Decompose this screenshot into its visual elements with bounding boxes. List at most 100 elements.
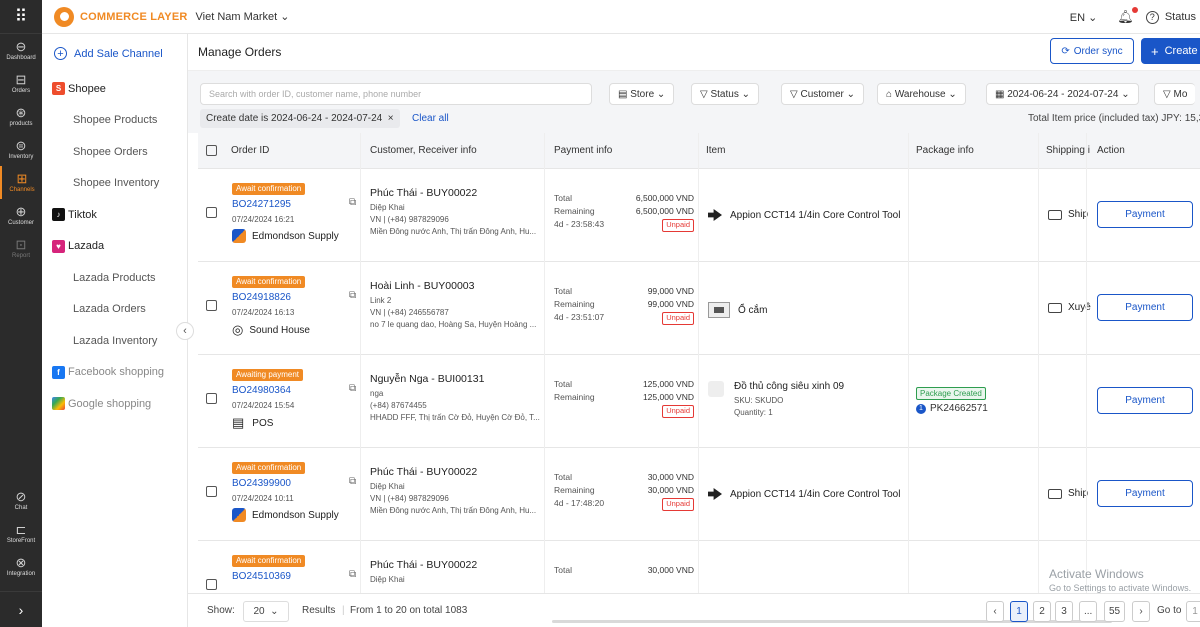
sidebar-item-tiktok[interactable]: ♪ Tiktok (42, 199, 187, 231)
table-row: Await confirmation BO24399900 07/24/2024 1… (198, 448, 1200, 541)
row-checkbox[interactable] (206, 579, 217, 590)
payment-status-row: Unpaid (554, 405, 694, 418)
page-size-select[interactable]: 20 ⌄ (243, 601, 289, 622)
dashboard-icon: ⊖ (15, 39, 27, 54)
rail-item-inventory[interactable]: ⊜ Inventory (0, 133, 42, 166)
expand-rail-icon[interactable]: › (0, 591, 42, 627)
more-filter[interactable]: ▽ Mo (1154, 83, 1196, 105)
rail-item-storefront[interactable]: ⊏ StoreFront (0, 517, 42, 550)
customer-filter[interactable]: ▽ Customer ⌄ (781, 83, 865, 105)
total-label: Total (554, 193, 572, 203)
sidebar-item-shopee-orders[interactable]: Shopee Orders (42, 136, 187, 168)
page-2[interactable]: 2 (1033, 601, 1051, 622)
order-id-link[interactable]: BO24980364 (232, 385, 291, 396)
row-checkbox[interactable] (206, 393, 217, 404)
copy-icon[interactable]: ⧉ (349, 569, 356, 580)
bell-icon[interactable]: 🔔︎ (1117, 7, 1138, 25)
item-info: Đồ thủ công siêu xinh 09 SKU: SKUDO Quanti… (708, 381, 844, 417)
rail-item-orders[interactable]: ⊟ Orders (0, 67, 42, 100)
app-grid-icon[interactable]: ⠿ (0, 0, 42, 34)
rail-item-report[interactable]: ⊡ Report (0, 232, 42, 265)
add-sale-channel-button[interactable]: + Add Sale Channel (42, 34, 187, 73)
supplier-logo-icon (232, 508, 246, 522)
payment-button[interactable]: Payment (1097, 201, 1193, 228)
source-label: Edmondson Supply (252, 509, 339, 521)
payment-button[interactable]: Payment (1097, 480, 1193, 507)
help-icon[interactable]: ? (1145, 10, 1159, 24)
payment-button[interactable]: Payment (1097, 294, 1193, 321)
row-checkbox[interactable] (206, 300, 217, 311)
clear-all-link[interactable]: Clear all (412, 113, 449, 124)
shopee-icon: S (52, 82, 65, 96)
table-row: Awaiting payment BO24980364 07/24/2024 15:… (198, 355, 1200, 448)
close-icon[interactable]: × (388, 113, 394, 124)
order-id-link[interactable]: BO24918826 (232, 292, 291, 303)
order-id-link[interactable]: BO24510369 (232, 571, 291, 582)
prev-page-icon[interactable]: ‹ (986, 601, 1004, 622)
row-checkbox[interactable] (206, 486, 217, 497)
copy-icon[interactable]: ⧉ (349, 197, 356, 208)
package-id[interactable]: 1 PK24662571 (916, 403, 988, 414)
row-checkbox[interactable] (206, 207, 217, 218)
orders-table: Order ID Customer, Receiver info Payment… (198, 133, 1200, 593)
sidebar-item-google[interactable]: Google shopping (42, 388, 187, 420)
page-size-value: 20 (253, 606, 265, 617)
page-55[interactable]: 55 (1104, 601, 1126, 622)
store-filter[interactable]: ▤ Store ⌄ (609, 83, 675, 105)
order-id-link[interactable]: BO24399900 (232, 478, 291, 489)
status-filter[interactable]: ▽ Status ⌄ (691, 83, 760, 105)
shipping-method: Xuyê (1048, 302, 1091, 313)
sidebar-item-lazada-orders[interactable]: Lazada Orders (42, 294, 187, 326)
status-link[interactable]: Status (1165, 11, 1196, 23)
product-image (708, 302, 730, 318)
receiver-phone: VN | (+84) 246556787 (370, 308, 449, 317)
create-label: Create (1164, 45, 1198, 57)
filter-bar: Search with order ID, customer name, pho… (188, 71, 1200, 133)
active-filter-chip: Create date is 2024-06-24 - 2024-07-24 × (200, 109, 400, 128)
payment-total-row: Total 99,000 VND (554, 286, 694, 299)
copy-icon[interactable]: ⧉ (349, 383, 356, 394)
sidebar-item-shopee-products[interactable]: Shopee Products (42, 105, 187, 137)
copy-icon[interactable]: ⧉ (349, 290, 356, 301)
rail-item-label: Inventory (8, 154, 34, 160)
receiver-address: no 7 le quang dao, Hoàng Sa, Huyện Hoàng… (370, 320, 537, 329)
sidebar-item-lazada[interactable]: ♥ Lazada (42, 231, 187, 263)
sidebar-item-lazada-inventory[interactable]: Lazada Inventory (42, 325, 187, 357)
rail-item-customer[interactable]: ⊕ Customer (0, 199, 42, 232)
table-row: Await confirmation BO24271295 07/24/2024 1… (198, 169, 1200, 262)
language-selector[interactable]: EN ⌄ (1070, 11, 1098, 24)
item-name: Đồ thủ công siêu xinh 09 (734, 381, 845, 392)
rail-item-chat[interactable]: ⊘ Chat (0, 484, 42, 517)
watermark-title: Activate Windows (1049, 567, 1144, 581)
sidebar-item-shopee-inventory[interactable]: Shopee Inventory (42, 168, 187, 200)
search-input[interactable]: Search with order ID, customer name, pho… (200, 83, 592, 105)
rail-item-dashboard[interactable]: ⊖ Dashboard (0, 34, 42, 67)
goto-input[interactable]: 1 (1186, 601, 1200, 622)
collapse-sidebar-icon[interactable]: ‹ (176, 322, 194, 340)
rail-item-channels[interactable]: ⊞ Channels (0, 166, 42, 199)
page-3[interactable]: 3 (1055, 601, 1073, 622)
rail-item-label: Report (11, 253, 30, 259)
select-all-checkbox[interactable] (206, 145, 217, 156)
rail-item-products[interactable]: ⊛ products (0, 100, 42, 133)
payment-button[interactable]: Payment (1097, 387, 1193, 414)
rail-item-integration[interactable]: ⊗ Integration (0, 550, 42, 583)
sidebar-item-facebook[interactable]: f Facebook shopping (42, 357, 187, 389)
page-1[interactable]: 1 (1010, 601, 1028, 622)
package-count-icon: 1 (916, 403, 926, 414)
order-sync-button[interactable]: ⟳ Order sync (1050, 38, 1134, 64)
copy-icon[interactable]: ⧉ (349, 476, 356, 487)
sidebar-item-lazada-products[interactable]: Lazada Products (42, 262, 187, 294)
truck-icon (1048, 488, 1062, 499)
remaining-label: Remaining (554, 392, 595, 402)
warehouse-filter[interactable]: ⌂ Warehouse ⌄ (877, 83, 966, 105)
create-button[interactable]: + Create (1141, 38, 1200, 64)
payment-remaining-row: Remaining 30,000 VND (554, 485, 694, 498)
order-id-link[interactable]: BO24271295 (232, 199, 291, 210)
column-divider (1086, 133, 1087, 593)
date-range-filter[interactable]: ▦ 2024-06-24 - 2024-07-24 ⌄ (986, 83, 1139, 105)
market-selector[interactable]: Viet Nam Market ⌄ (196, 10, 290, 23)
order-date: 07/24/2024 16:21 (232, 215, 295, 224)
sidebar-item-shopee[interactable]: S Shopee (42, 73, 187, 105)
next-page-icon[interactable]: › (1132, 601, 1150, 622)
